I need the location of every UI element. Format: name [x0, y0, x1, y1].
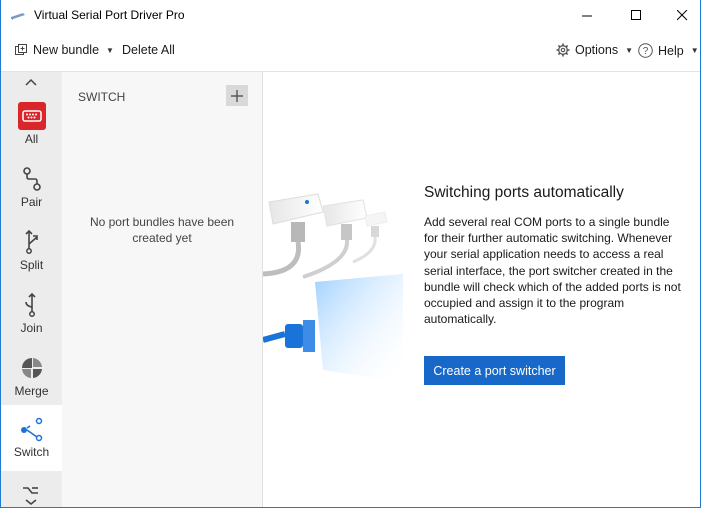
feature-description: Add several real COM ports to a single b…	[424, 215, 681, 327]
window-title: Virtual Serial Port Driver Pro	[34, 8, 185, 22]
chevron-down-icon: ▼	[690, 46, 699, 55]
maximize-icon	[630, 10, 641, 20]
close-button[interactable]	[659, 0, 700, 31]
merge-icon	[18, 354, 46, 382]
app-icon	[11, 13, 25, 20]
delete-all-button[interactable]: Delete All	[122, 43, 175, 57]
empty-state-message: No port bundles have been created yet	[89, 215, 235, 245]
new-bundle-label: New bundle	[33, 43, 100, 57]
sidebar-item-label: Merge	[14, 384, 49, 398]
chevron-down-icon: ▼	[625, 45, 634, 55]
split-icon	[18, 228, 46, 256]
title-bar[interactable]: Virtual Serial Port Driver Pro	[1, 0, 700, 31]
help-menu[interactable]: ? Help ▼	[638, 43, 699, 58]
maximize-button[interactable]	[613, 0, 659, 31]
help-label: Help	[658, 43, 684, 58]
sidebar-item-label: Join	[20, 321, 43, 335]
sidebar: All Pair Split Join Merge Switch	[1, 72, 62, 507]
sidebar-item-merge[interactable]: Merge	[1, 346, 62, 408]
panel-header: SWITCH	[78, 90, 126, 104]
svg-text:?: ?	[643, 46, 649, 57]
sidebar-item-join[interactable]: Join	[1, 283, 62, 345]
chevron-down-icon: ▼	[106, 45, 114, 55]
toolbar: New bundle ▼ Delete All Options ▼ ? Help…	[1, 31, 700, 72]
plus-icon	[231, 89, 243, 102]
sidebar-item-split[interactable]: Split	[1, 220, 62, 282]
sidebar-item-label: All	[24, 132, 39, 146]
options-label: Options	[575, 43, 619, 57]
sidebar-item-switch[interactable]: Switch	[1, 405, 62, 471]
delete-all-label: Delete All	[122, 43, 175, 57]
add-bundle-button[interactable]	[226, 85, 248, 106]
sidebar-item-label: Split	[19, 258, 44, 272]
sidebar-item-label: Pair	[20, 195, 43, 209]
help-icon: ?	[638, 43, 653, 58]
minimize-icon	[581, 15, 592, 17]
new-bundle-icon	[15, 43, 27, 55]
switch-icon	[18, 415, 46, 443]
create-port-switcher-button[interactable]: Create a port switcher	[424, 356, 565, 385]
scroll-up-icon[interactable]	[25, 78, 37, 86]
close-icon	[676, 10, 687, 21]
join-icon	[18, 291, 46, 319]
main-content: Switching ports automatically Add severa…	[263, 72, 700, 507]
new-bundle-button[interactable]: New bundle ▼	[15, 43, 114, 57]
bundle-list-panel: SWITCH No port bundles have been created…	[62, 72, 263, 507]
more-tools-icon[interactable]	[20, 484, 42, 506]
minimize-button[interactable]	[564, 0, 610, 31]
pair-icon	[18, 165, 46, 193]
port-switch-illustration	[263, 193, 403, 382]
gear-icon	[556, 43, 570, 57]
sidebar-item-all[interactable]: All	[1, 94, 62, 156]
app-window: Virtual Serial Port Driver Pro New bundl…	[0, 0, 701, 508]
feature-heading: Switching ports automatically	[424, 184, 624, 201]
serial-port-icon	[17, 102, 46, 130]
options-menu[interactable]: Options ▼	[556, 43, 633, 57]
sidebar-item-label: Switch	[13, 445, 50, 459]
sidebar-item-pair[interactable]: Pair	[1, 157, 62, 219]
